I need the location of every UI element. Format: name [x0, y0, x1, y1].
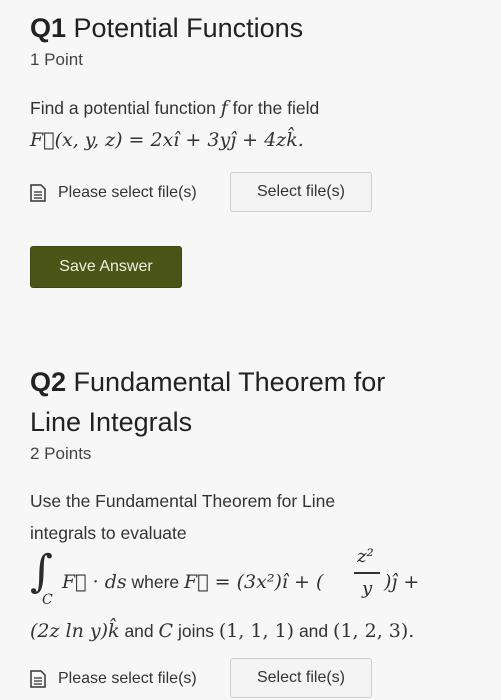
- question-page: Q1 Potential Functions 1 Point Find a po…: [0, 0, 501, 700]
- q2-file-label: Please select file(s): [58, 670, 197, 687]
- q2-fraction-numerator: z²: [357, 546, 374, 567]
- q1-field-math: F⃗(x, y, z) = 2xî + 3yĵ + 4zk̂.: [30, 129, 304, 151]
- integral-subscript: C: [42, 592, 53, 608]
- q1-title: Q1 Potential Functions: [30, 12, 303, 44]
- q2-integrand: F⃗ · ds: [62, 571, 127, 593]
- q2-title-line2: Line Integrals: [30, 407, 193, 437]
- q2-and-1: and: [124, 621, 154, 641]
- q2-fraction-bar: [354, 572, 380, 574]
- q2-field-b: )ĵ +: [384, 571, 420, 593]
- q2-prompt-line1: Use the Fundamental Theorem for Line: [30, 491, 336, 511]
- q2-line3: (2z ln y)k̂ and C joins (1, 1, 1) and (1…: [30, 617, 414, 645]
- q2-title-text: Fundamental Theorem for: [73, 367, 386, 397]
- q1-number: Q1: [30, 13, 67, 43]
- q1-field-expression: F⃗(x, y, z) = 2xî + 3yĵ + 4zk̂.: [30, 126, 304, 154]
- q2-where: where: [131, 572, 180, 592]
- q2-and-2: and: [298, 621, 329, 641]
- q2-point1: (1, 1, 1): [218, 620, 295, 642]
- q1-prompt-var: f: [220, 97, 228, 119]
- q2-file-row: Please select file(s): [30, 658, 197, 700]
- save-answer-button[interactable]: Save Answer: [30, 246, 182, 288]
- q2-select-files-button[interactable]: Select file(s): [230, 658, 372, 698]
- q2-curve: C: [158, 620, 174, 642]
- q2-k-term: (2z ln y)k̂: [30, 620, 120, 642]
- q2-joins: joins: [177, 621, 214, 641]
- q2-field-a: F⃗ = (3x²)î + (: [184, 571, 324, 593]
- q2-title-line1: Q2 Fundamental Theorem for: [30, 366, 385, 398]
- q2-number: Q2: [30, 367, 67, 397]
- q1-prompt: Find a potential function f for the fiel…: [30, 94, 319, 122]
- q1-file-label: Please select file(s): [58, 184, 197, 201]
- q1-title-text: Potential Functions: [73, 13, 304, 43]
- q1-points: 1 Point: [30, 50, 83, 69]
- integral-sign: ∫: [30, 546, 53, 597]
- q1-prompt-tail: for the field: [232, 98, 320, 118]
- q1-select-files-button[interactable]: Select file(s): [230, 172, 372, 212]
- q1-prompt-text: Find a potential function: [30, 98, 216, 118]
- q2-field-b-wrap: )ĵ +: [384, 568, 419, 596]
- q2-point2: (1, 2, 3).: [333, 620, 415, 642]
- q2-fraction-denominator: y: [362, 578, 373, 599]
- q2-integral-expression: F⃗ · ds where F⃗ = (3x²)î + (: [62, 568, 323, 596]
- document-icon: [30, 184, 46, 202]
- q2-points: 2 Points: [30, 444, 92, 463]
- document-icon: [30, 670, 46, 688]
- q1-file-row: Please select file(s): [30, 172, 197, 214]
- q2-prompt-line2: integrals to evaluate: [30, 523, 187, 543]
